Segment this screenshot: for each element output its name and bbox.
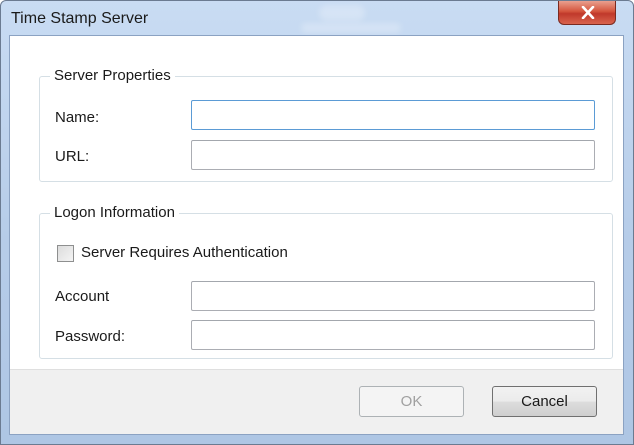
close-button[interactable] [558, 1, 616, 25]
server-requires-authentication-label[interactable]: Server Requires Authentication [81, 244, 288, 261]
close-icon [581, 6, 595, 19]
account-label: Account [55, 288, 110, 305]
background-blur-2 [301, 23, 401, 33]
server-requires-authentication-checkbox[interactable] [57, 245, 74, 262]
logon-information-legend: Logon Information [50, 204, 179, 221]
name-input[interactable] [191, 100, 595, 130]
cancel-button[interactable]: Cancel [492, 386, 597, 417]
account-input[interactable] [191, 281, 595, 311]
name-label: Name: [55, 109, 100, 126]
password-label: Password: [55, 328, 126, 345]
url-input[interactable] [191, 140, 595, 170]
button-footer: OK Cancel [10, 369, 623, 434]
background-blur [319, 5, 365, 21]
dialog-client-area: Server Properties Name: URL: Logon Infor… [9, 35, 624, 435]
window-title: Time Stamp Server [11, 10, 149, 27]
dialog-window: Time Stamp Server Server Properties Name… [0, 0, 634, 445]
title-bar[interactable]: Time Stamp Server [1, 1, 633, 35]
url-label: URL: [55, 148, 90, 165]
ok-button[interactable]: OK [359, 386, 464, 417]
password-input[interactable] [191, 320, 595, 350]
server-properties-legend: Server Properties [50, 67, 175, 84]
